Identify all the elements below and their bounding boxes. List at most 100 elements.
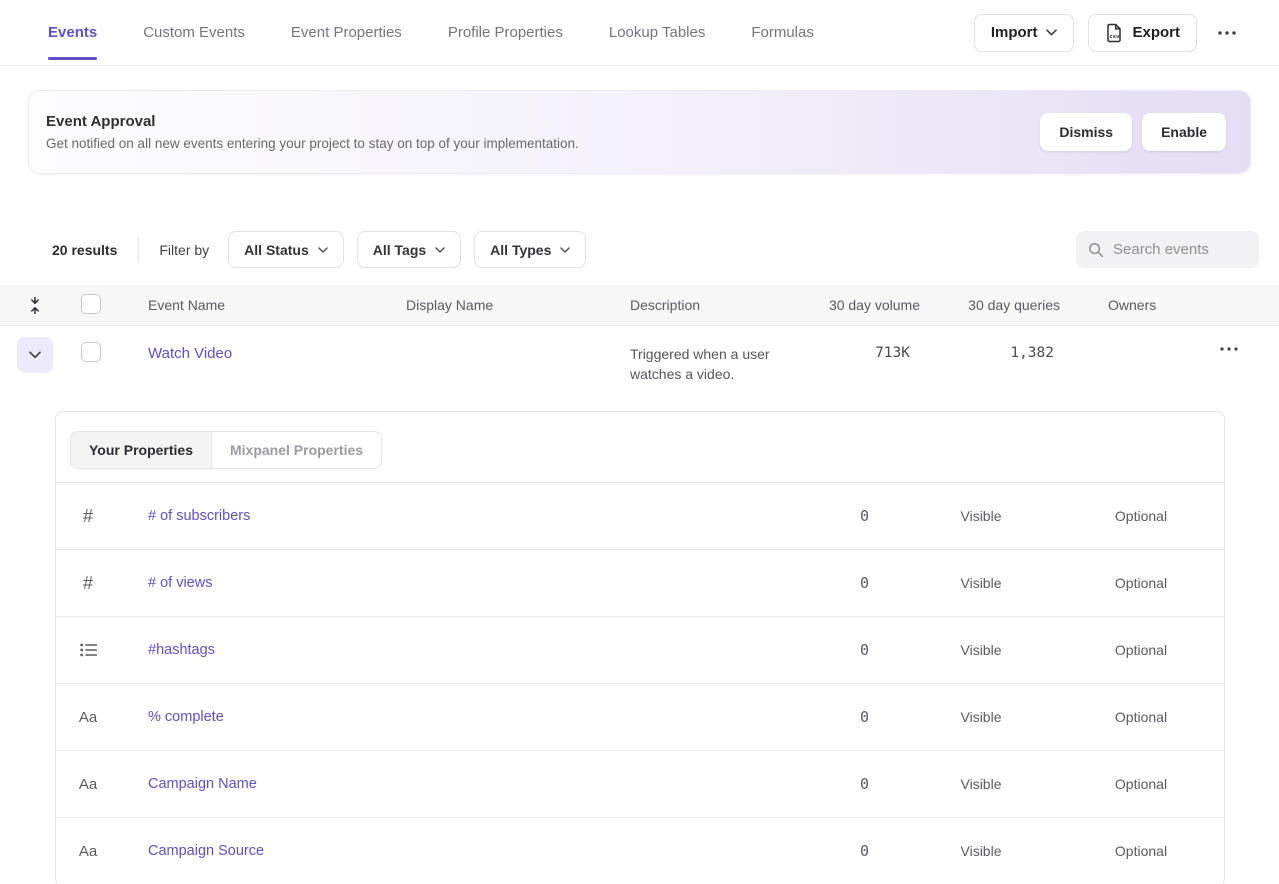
- owners-cell: [1060, 326, 1279, 358]
- property-name-link[interactable]: Campaign Source: [148, 843, 264, 859]
- tags-filter-label: All Tags: [373, 242, 426, 258]
- event-name-link[interactable]: Watch Video: [148, 345, 232, 362]
- import-button-label: Import: [991, 24, 1038, 41]
- column-30-day-volume: 30 day volume: [820, 297, 920, 313]
- property-visibility: Visible: [901, 508, 1061, 524]
- types-filter-label: All Types: [490, 242, 551, 258]
- property-requirement: Optional: [1061, 575, 1221, 591]
- status-filter-dropdown[interactable]: All Status: [228, 231, 344, 268]
- text-type-icon: Aa: [56, 843, 120, 860]
- toolbar-divider: [138, 238, 139, 262]
- tab-profile-properties[interactable]: Profile Properties: [448, 18, 563, 47]
- chevron-down-icon: [29, 351, 41, 359]
- column-display-name: Display Name: [406, 297, 630, 313]
- enable-button[interactable]: Enable: [1142, 113, 1226, 151]
- search-events-box[interactable]: [1076, 231, 1259, 268]
- properties-panel: Your Properties Mixpanel Properties # # …: [55, 411, 1225, 884]
- banner-description: Get notified on all new events entering …: [46, 136, 579, 151]
- more-menu-button[interactable]: [1211, 24, 1243, 42]
- chevron-down-icon: [318, 247, 328, 253]
- events-table-header: Event Name Display Name Description 30 d…: [0, 285, 1279, 326]
- list-type-icon: [56, 643, 120, 657]
- top-nav: Events Custom Events Event Properties Pr…: [0, 0, 1279, 66]
- svg-text:csv: csv: [1110, 34, 1121, 40]
- column-event-name: Event Name: [148, 297, 406, 313]
- tab-custom-events[interactable]: Custom Events: [143, 18, 245, 47]
- property-name-link[interactable]: # of subscribers: [148, 508, 250, 524]
- property-queries: 0: [781, 507, 901, 525]
- text-type-icon: Aa: [56, 776, 120, 793]
- collapse-all-icon: [28, 297, 42, 314]
- property-requirement: Optional: [1061, 642, 1221, 658]
- csv-file-icon: csv: [1105, 23, 1123, 43]
- tags-filter-dropdown[interactable]: All Tags: [357, 231, 461, 268]
- queries-cell: 1,382: [920, 326, 1060, 361]
- more-horizontal-icon: [1219, 346, 1239, 352]
- table-row-watch-video: Watch Video Triggered when a user watche…: [0, 326, 1279, 411]
- types-filter-dropdown[interactable]: All Types: [474, 231, 586, 268]
- tab-events[interactable]: Events: [48, 18, 97, 47]
- tab-your-properties[interactable]: Your Properties: [71, 432, 212, 468]
- property-row: # # of subscribers 0 Visible Optional: [56, 483, 1224, 550]
- filter-by-label: Filter by: [159, 242, 209, 258]
- column-owners: Owners: [1060, 297, 1279, 313]
- banner-text: Event Approval Get notified on all new e…: [46, 113, 579, 151]
- chevron-down-icon: [435, 247, 445, 253]
- property-row: # # of views 0 Visible Optional: [56, 550, 1224, 617]
- property-requirement: Optional: [1061, 508, 1221, 524]
- tab-event-properties[interactable]: Event Properties: [291, 18, 402, 47]
- nav-tabs: Events Custom Events Event Properties Pr…: [48, 18, 814, 47]
- status-filter-label: All Status: [244, 242, 309, 258]
- select-all-checkbox[interactable]: [81, 294, 101, 314]
- properties-tab-bar: Your Properties Mixpanel Properties: [56, 412, 1224, 483]
- property-visibility: Visible: [901, 575, 1061, 591]
- row-actions-button[interactable]: [1213, 340, 1245, 358]
- tab-mixpanel-properties[interactable]: Mixpanel Properties: [212, 432, 381, 468]
- property-requirement: Optional: [1061, 709, 1221, 725]
- chevron-down-icon: [560, 247, 570, 253]
- property-queries: 0: [781, 574, 901, 592]
- tab-formulas[interactable]: Formulas: [751, 18, 814, 47]
- property-row: #hashtags 0 Visible Optional: [56, 617, 1224, 684]
- property-row: Aa % complete 0 Visible Optional: [56, 684, 1224, 751]
- event-approval-banner: Event Approval Get notified on all new e…: [28, 90, 1251, 174]
- property-name-link[interactable]: #hashtags: [148, 642, 215, 658]
- import-button[interactable]: Import: [974, 14, 1075, 52]
- volume-cell: 713K: [820, 326, 920, 361]
- chevron-down-icon: [1046, 29, 1057, 36]
- tab-lookup-tables[interactable]: Lookup Tables: [609, 18, 705, 47]
- text-type-icon: Aa: [56, 709, 120, 726]
- results-count: 20 results: [52, 242, 117, 258]
- export-button-label: Export: [1132, 24, 1180, 41]
- number-type-icon: #: [56, 573, 120, 594]
- property-visibility: Visible: [901, 642, 1061, 658]
- property-visibility: Visible: [901, 709, 1061, 725]
- export-button[interactable]: csv Export: [1088, 14, 1197, 52]
- property-requirement: Optional: [1061, 843, 1221, 859]
- property-queries: 0: [781, 775, 901, 793]
- property-row: Aa Campaign Source 0 Visible Optional: [56, 818, 1224, 884]
- property-name-link[interactable]: % complete: [148, 709, 224, 725]
- row-checkbox[interactable]: [81, 342, 101, 362]
- search-events-input[interactable]: [1113, 241, 1247, 258]
- property-queries: 0: [781, 842, 901, 860]
- column-description: Description: [630, 297, 820, 313]
- property-queries: 0: [781, 641, 901, 659]
- property-visibility: Visible: [901, 776, 1061, 792]
- banner-actions: Dismiss Enable: [1040, 113, 1226, 151]
- property-name-link[interactable]: Campaign Name: [148, 776, 257, 792]
- description-cell: Triggered when a user watches a video.: [630, 326, 820, 385]
- search-icon: [1088, 242, 1104, 258]
- number-type-icon: #: [56, 506, 120, 527]
- property-row: Aa Campaign Name 0 Visible Optional: [56, 751, 1224, 818]
- property-name-link[interactable]: # of views: [148, 575, 212, 591]
- property-queries: 0: [781, 708, 901, 726]
- lexicon-page: Events Custom Events Event Properties Pr…: [0, 0, 1279, 884]
- property-requirement: Optional: [1061, 776, 1221, 792]
- nav-actions: Import csv Export: [974, 14, 1243, 52]
- banner-title: Event Approval: [46, 113, 579, 130]
- column-30-day-queries: 30 day queries: [920, 297, 1060, 313]
- collapse-row-button[interactable]: [17, 337, 53, 373]
- dismiss-button[interactable]: Dismiss: [1040, 113, 1132, 151]
- collapse-all-button[interactable]: [28, 297, 42, 314]
